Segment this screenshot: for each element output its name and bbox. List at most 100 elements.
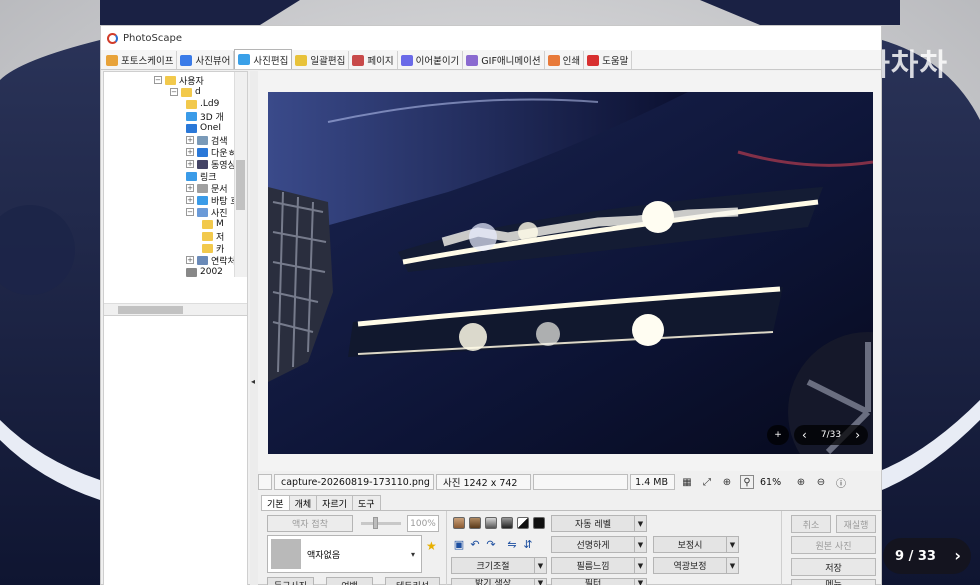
tree-item[interactable]: + 다운ㅎ [186,146,236,159]
tab-object[interactable]: 개체 [288,495,318,510]
tree-item[interactable]: − d [170,86,201,98]
gallery-next-button[interactable]: › [954,546,961,565]
chevron-down-icon[interactable]: ▼ [534,579,546,585]
flip-vertical-icon[interactable]: ⇵ [521,537,535,551]
favorite-star-icon[interactable]: ★ [426,539,437,553]
thumbnail-list[interactable] [103,316,248,585]
pane-splitter[interactable]: ◂ [250,71,258,585]
filter-button[interactable]: 필터 ▼ [551,578,647,585]
tab-3[interactable]: 일괄편집 [292,51,350,69]
zoom-fit-icon[interactable]: ⚲ [740,475,754,489]
tree-vertical-scrollbar[interactable] [234,72,247,277]
chevron-down-icon[interactable]: ▼ [534,558,546,573]
tab-0[interactable]: 포토스케이프 [103,51,178,69]
tree-item[interactable]: OneI [186,122,221,134]
expand-toggle-icon[interactable]: + [186,196,194,204]
tab-7[interactable]: 인쇄 [545,51,585,69]
tree-item[interactable]: M [202,218,224,230]
tree-item[interactable]: − 사용자 [154,74,204,87]
tab-basic[interactable]: 기본 [261,495,290,510]
backlight-fix-button[interactable]: 역광보정 ▼ [653,557,739,574]
tree-item[interactable]: .Ld9 [186,98,219,110]
expand-toggle-icon[interactable]: − [170,88,178,96]
tree-item[interactable]: 카 [202,242,224,255]
fit-screen-icon[interactable]: ⤢ [700,475,714,489]
tree-item[interactable]: + 문서 [186,182,228,195]
chevron-down-icon[interactable]: ▼ [634,537,646,552]
gray-swatch-icon[interactable] [485,517,497,529]
actual-size-icon[interactable]: ⊕ [720,475,734,489]
expand-toggle-icon[interactable]: + [186,148,194,156]
sepia-swatch-icon[interactable] [453,517,465,529]
prev-image-button[interactable]: ‹ [802,428,807,442]
expand-toggle-icon[interactable]: + [186,256,194,264]
tree-item[interactable]: 3D 개 [186,110,224,123]
save-button[interactable]: 저장 [791,558,876,576]
sharpen-button[interactable]: 선명하게 ▼ [551,536,647,553]
resize-button[interactable]: 크기조절 ▼ [451,557,547,574]
chevron-down-icon[interactable]: ▼ [634,579,646,585]
checker-icon[interactable]: ▦ [680,475,694,489]
margin-slider[interactable] [361,522,401,525]
brown-swatch-icon[interactable] [469,517,481,529]
tree-hscroll-thumb[interactable] [118,306,183,314]
rotate-left-icon[interactable]: ↶ [468,537,482,551]
tree-item[interactable]: + 연락처 [186,254,236,267]
tab-crop[interactable]: 자르기 [316,495,353,510]
collapse-arrow-icon[interactable]: ◂ [251,377,255,386]
info-icon[interactable]: ⓘ [834,475,848,490]
tab-5[interactable]: 이어붙이기 [398,51,464,69]
tree-horizontal-scrollbar[interactable] [104,303,247,315]
tree-item[interactable]: 링크 [186,170,217,183]
rotate-right-icon[interactable]: ↷ [484,537,498,551]
tree-item[interactable]: + 바탕 호 [186,194,239,207]
photo-icon[interactable]: ▣ [452,537,466,551]
tree-scroll-thumb[interactable] [236,160,245,210]
dark-swatch-icon[interactable] [501,517,513,529]
redo-button[interactable]: 재실행 [836,515,876,533]
zoom-in-button[interactable]: + [767,425,789,445]
edited-photo[interactable]: + ‹ 7/33 › [268,92,873,454]
flip-icon[interactable]: ⇋ [505,537,519,551]
brightness-color-button[interactable]: 밝기,색상 ▼ [451,578,547,585]
backlight-button[interactable]: 보정시 ▼ [653,536,739,553]
black-swatch-icon[interactable] [533,517,545,529]
tab-4[interactable]: 페이지 [349,51,398,69]
menu-button[interactable]: 메뉴 [791,579,876,585]
frame-select[interactable]: 액자없음 ▾ [267,535,422,573]
folder-tree[interactable]: 2002 + 연락처 카 저 M − 사진 + 바탕 호 + 문서 링크 + 동영싱 + 다운ㅎ + 검색 OneI 3… [103,71,248,316]
margin-slider-thumb[interactable] [373,517,378,529]
tree-item[interactable]: + 동영싱 [186,158,236,171]
bw-swatch-icon[interactable] [517,517,529,529]
tab-6[interactable]: GIF애니메이션 [463,51,545,69]
expand-toggle-icon[interactable]: + [186,136,194,144]
undo-button[interactable]: 취소 [791,515,831,533]
tab-2[interactable]: 사진편집 [234,49,293,69]
tab-1[interactable]: 사진뷰어 [177,51,235,69]
expand-toggle-icon[interactable]: − [154,76,162,84]
frame-attach-button[interactable]: 액자 접착 [267,515,353,532]
tree-item[interactable]: 저 [202,230,224,243]
tree-item[interactable]: + 검색 [186,134,228,147]
tab-8[interactable]: 도움말 [584,51,633,69]
chevron-down-icon[interactable]: ▼ [726,537,738,552]
next-image-button[interactable]: › [855,428,860,442]
chevron-down-icon[interactable]: ▼ [634,516,646,531]
film-effect-button[interactable]: 필름느낌 ▼ [551,557,647,574]
zoom-in-icon[interactable]: ⊕ [794,475,808,489]
tree-item[interactable]: 2002 [186,266,223,278]
original-photo-button[interactable]: 원본 사진 [791,536,876,554]
chevron-down-icon[interactable]: ▼ [634,558,646,573]
chevron-down-icon[interactable]: ▼ [726,558,738,573]
auto-level-button[interactable]: 자동 레벨 ▼ [551,515,647,532]
round-photo-button[interactable]: 둥근사진 [267,577,314,585]
tree-item[interactable]: − 사진 [186,206,228,219]
tab-tools[interactable]: 도구 [351,495,381,510]
expand-toggle-icon[interactable]: + [186,160,194,168]
frame-line-button[interactable]: 테두리선 [385,577,440,585]
margin-percent-field[interactable]: 100% [407,515,439,532]
expand-toggle-icon[interactable]: − [186,208,194,216]
expand-toggle-icon[interactable]: + [186,184,194,192]
margin-button[interactable]: 여백 [326,577,373,585]
zoom-out-icon[interactable]: ⊖ [814,475,828,489]
